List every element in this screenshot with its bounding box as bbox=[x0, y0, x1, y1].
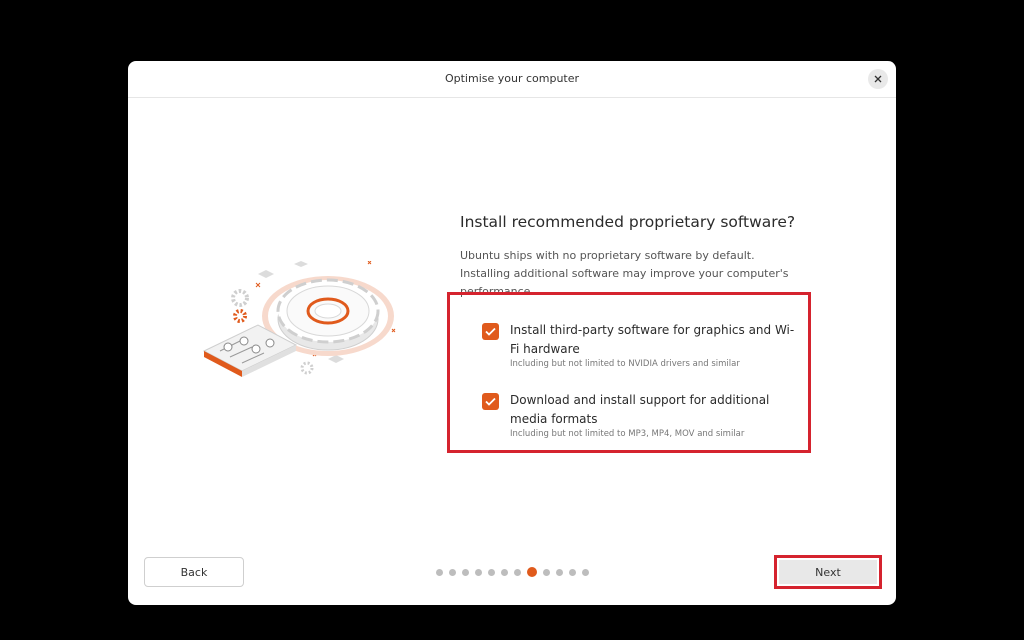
checkmark-icon bbox=[485, 397, 496, 406]
page-dot bbox=[582, 569, 589, 576]
page-dot bbox=[556, 569, 563, 576]
next-button[interactable]: Next bbox=[779, 560, 877, 584]
option-label: Install third-party software for graphic… bbox=[510, 323, 795, 356]
option-sublabel: Including but not limited to NVIDIA driv… bbox=[510, 359, 740, 369]
option-label: Download and install support for additio… bbox=[510, 393, 770, 426]
window-title: Optimise your computer bbox=[444, 72, 580, 85]
close-button[interactable] bbox=[868, 69, 888, 89]
page-dot bbox=[514, 569, 521, 576]
page-indicator bbox=[436, 567, 595, 577]
option-sublabel: Including but not limited to MP3, MP4, M… bbox=[510, 429, 745, 439]
software-gear-illustration bbox=[202, 261, 396, 377]
installer-dialog: Optimise your computer Install recommend… bbox=[128, 61, 896, 605]
back-button[interactable]: Back bbox=[144, 557, 244, 587]
page-dot bbox=[449, 569, 456, 576]
page-heading: Install recommended proprietary software… bbox=[460, 213, 796, 231]
next-highlight: Next bbox=[774, 555, 882, 589]
page-dot bbox=[501, 569, 508, 576]
page-dot bbox=[543, 569, 550, 576]
close-icon bbox=[874, 75, 882, 83]
page-dot bbox=[436, 569, 443, 576]
page-dot-active bbox=[527, 567, 537, 577]
options-highlight: Install third-party software for graphic… bbox=[447, 292, 811, 453]
page-dot bbox=[475, 569, 482, 576]
page-dot bbox=[462, 569, 469, 576]
page-dot bbox=[488, 569, 495, 576]
third-party-checkbox[interactable] bbox=[482, 323, 499, 340]
media-formats-checkbox[interactable] bbox=[482, 393, 499, 410]
page-dot bbox=[569, 569, 576, 576]
title-bar: Optimise your computer bbox=[128, 61, 896, 98]
checkmark-icon bbox=[485, 327, 496, 336]
